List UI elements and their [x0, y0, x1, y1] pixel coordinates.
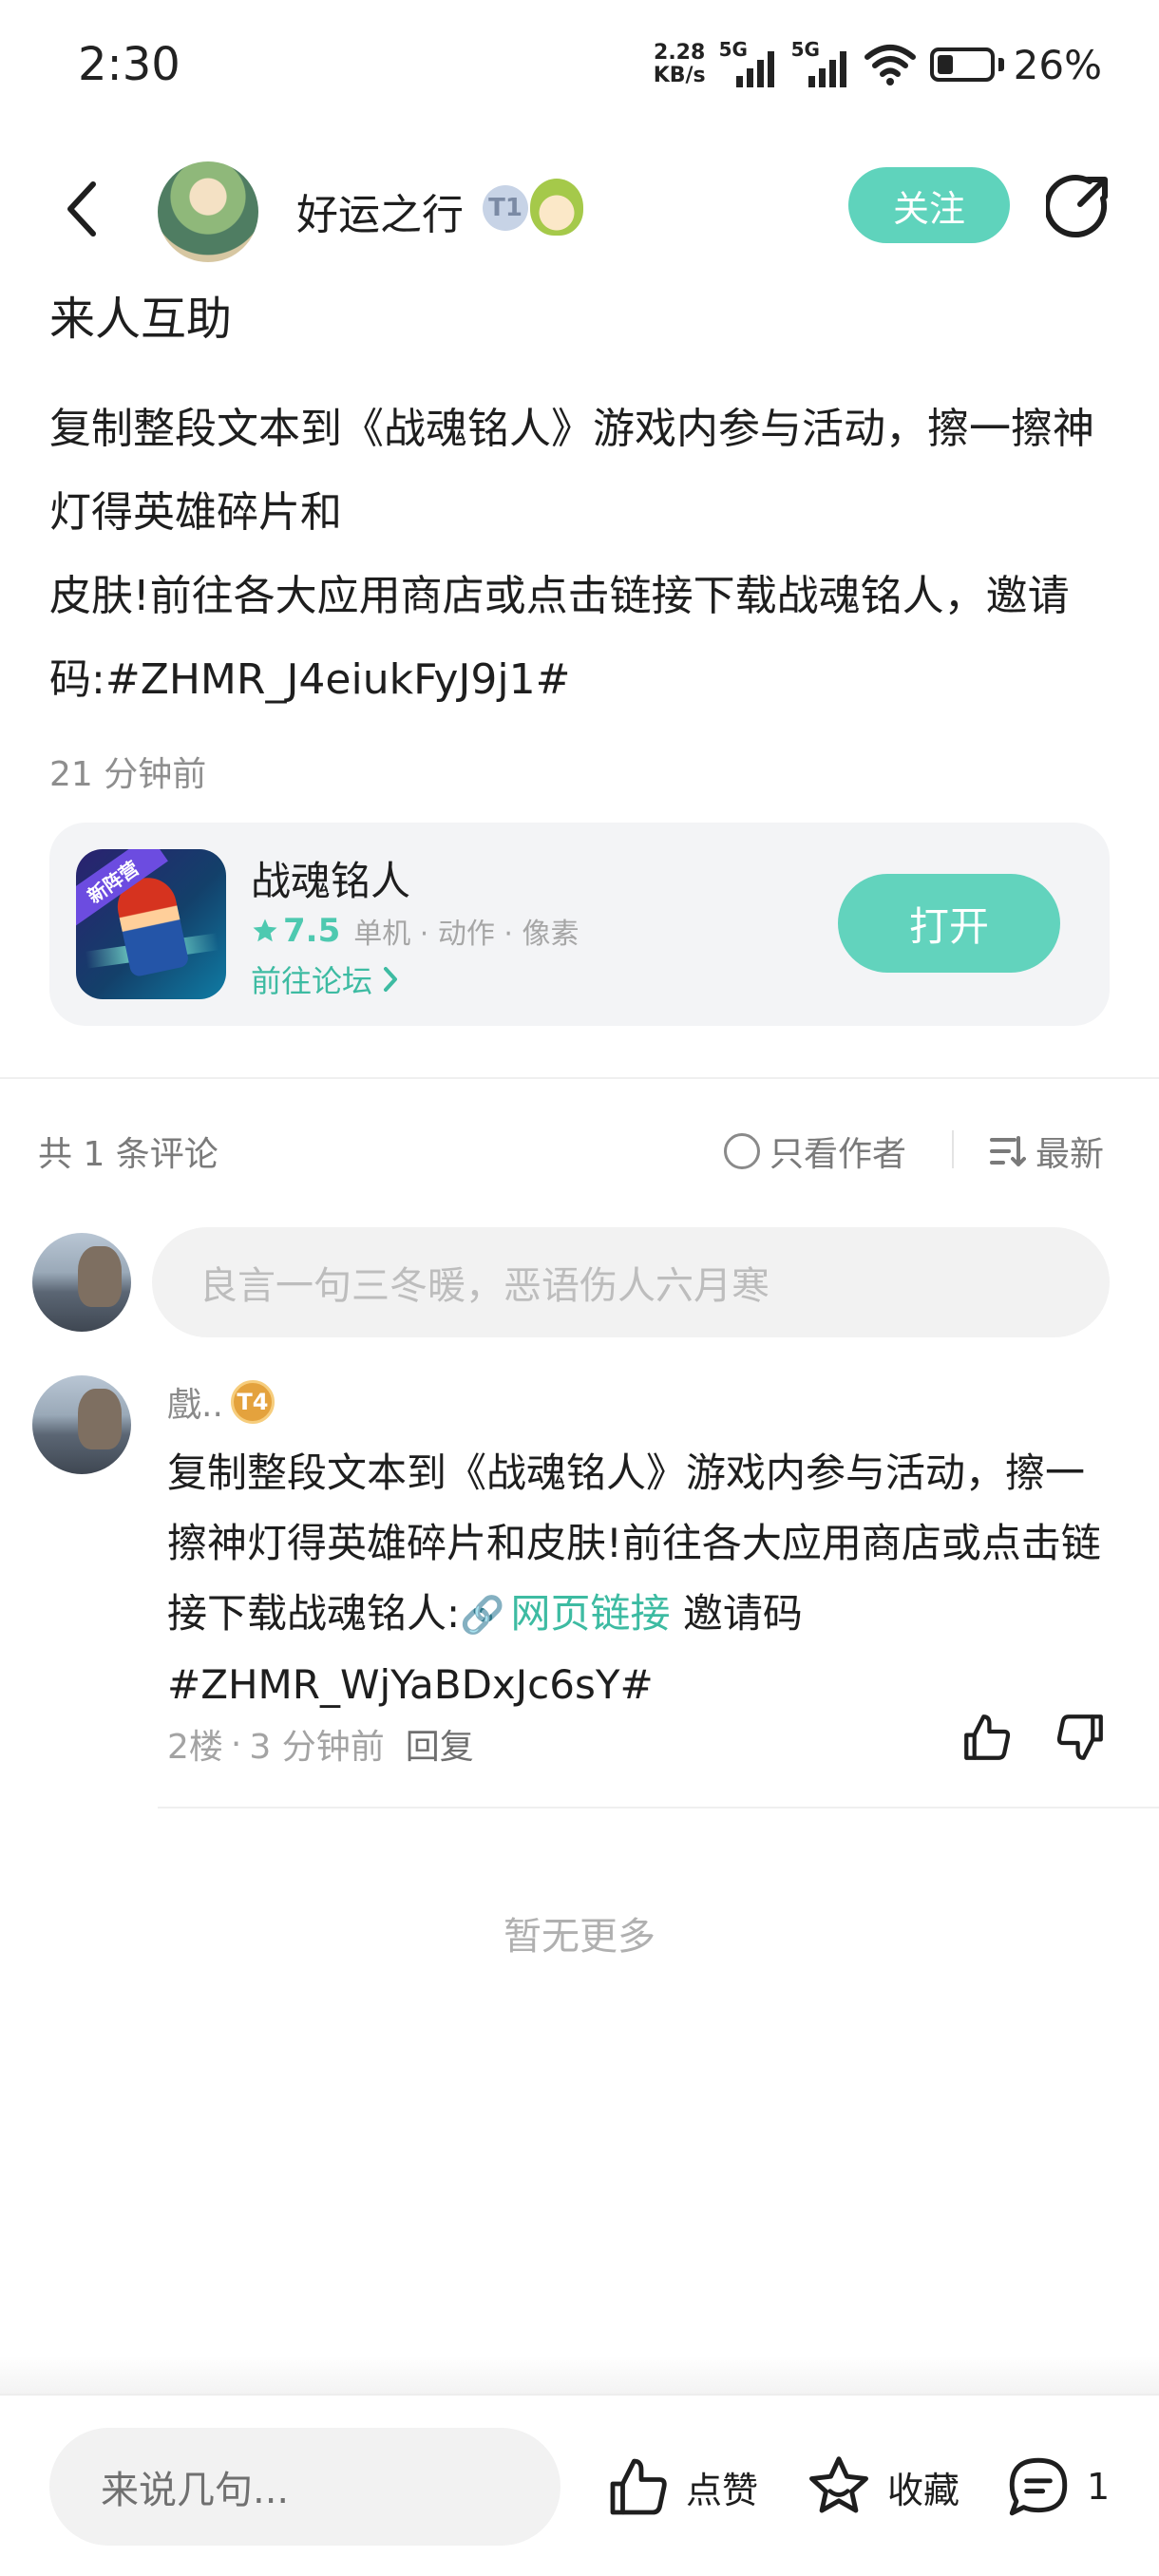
comment-bubble-icon: [1009, 2457, 1068, 2516]
comment-button[interactable]: 1: [1003, 2447, 1110, 2527]
level-badge: T1: [483, 185, 528, 231]
follow-button[interactable]: 关注: [848, 167, 1010, 243]
open-game-button[interactable]: 打开: [838, 874, 1060, 973]
comment-like-button[interactable]: [960, 1710, 1015, 1765]
share-button[interactable]: [1043, 171, 1113, 241]
game-icon[interactable]: 新阵营: [76, 849, 226, 999]
post-time: 21 分钟前: [49, 755, 207, 794]
star-icon: [253, 919, 277, 942]
comment-dislike-button[interactable]: [1053, 1710, 1108, 1765]
game-rating: 7.5: [251, 912, 340, 950]
status-icons: 2.28 KB/s 5G 5G 26%: [654, 36, 1102, 93]
signal-sim1-icon: 5G: [719, 38, 778, 89]
share-icon: [1046, 175, 1108, 237]
post-title: 来人互助: [49, 293, 233, 346]
chevron-right-icon: [384, 967, 398, 992]
comment-web-link[interactable]: 🔗 网页链接: [460, 1590, 670, 1637]
post-header: 好运之行 T1 关注: [0, 152, 1159, 266]
bottom-action-bar: 来说几句... 点赞 收藏 1: [0, 2394, 1159, 2576]
comment-avatar[interactable]: [32, 1375, 131, 1474]
comment-text: 复制整段文本到《战魂铭人》游戏内参与活动，擦一擦神灯得英雄碎片和皮肤!前往各大应…: [167, 1438, 1112, 1720]
wifi-icon: [864, 45, 916, 85]
bottom-fade: [0, 2356, 1159, 2394]
status-bar: 2:30 2.28 KB/s 5G 5G 26%: [0, 0, 1159, 133]
game-card[interactable]: 新阵营 战魂铭人 7.5 单机 · 动作 · 像素 前往论坛 打开: [49, 823, 1110, 1026]
author-avatar[interactable]: [158, 161, 258, 262]
only-author-label: 只看作者: [770, 1135, 907, 1174]
my-avatar: [32, 1233, 131, 1332]
comment-divider: [158, 1807, 1159, 1809]
game-tags: 单机 · 动作 · 像素: [353, 918, 580, 951]
battery-icon: 26%: [929, 41, 1102, 88]
sort-lines-icon: [990, 1136, 1026, 1166]
header-separator: [952, 1130, 954, 1168]
back-arrow-icon: [67, 181, 96, 237]
network-speed: 2.28 KB/s: [654, 42, 706, 87]
comment-meta-dot: ·: [230, 1724, 242, 1764]
game-meta: 7.5 单机 · 动作 · 像素: [251, 910, 579, 952]
comment-user[interactable]: 戲.. T4: [167, 1377, 275, 1427]
comment-count-label: 1: [1087, 2466, 1111, 2508]
comment-input[interactable]: 良言一句三冬暖，恶语伤人六月寒: [152, 1227, 1110, 1337]
link-chain-icon: 🔗: [460, 1594, 505, 1636]
signal-sim2-icon: 5G: [791, 38, 850, 89]
back-button[interactable]: [48, 175, 116, 243]
sort-latest-button[interactable]: 最新: [988, 1127, 1104, 1176]
star-outline-icon: [809, 2456, 868, 2513]
avatar-frame-badge: [530, 179, 583, 236]
game-rating-value: 7.5: [283, 912, 341, 950]
comment-floor: 2楼: [167, 1728, 223, 1767]
like-label: 点赞: [686, 2469, 759, 2511]
comment-time: 3 分钟前: [249, 1728, 385, 1767]
section-divider: [0, 1077, 1159, 1079]
like-button[interactable]: 点赞: [604, 2447, 758, 2527]
network-speed-value: 2.28: [654, 41, 706, 65]
favorite-label: 收藏: [887, 2469, 960, 2511]
comment-level-badge: T4: [230, 1380, 275, 1424]
favorite-button[interactable]: 收藏: [804, 2447, 960, 2527]
comment-meta: 2楼 · 3 分钟前 回复: [167, 1719, 474, 1769]
game-forum-link[interactable]: 前往论坛: [251, 957, 399, 1001]
comment-count: 共 1 条评论: [38, 1135, 218, 1174]
battery-percent: 26%: [1013, 41, 1102, 88]
thumb-up-icon: [964, 1714, 1011, 1760]
network-speed-unit: KB/s: [653, 64, 706, 87]
thumb-up-icon: [610, 2458, 667, 2515]
game-name[interactable]: 战魂铭人: [251, 849, 410, 907]
sort-latest-label: 最新: [1036, 1135, 1105, 1174]
circle-radio-icon: [724, 1133, 760, 1169]
say-something-input[interactable]: 来说几句...: [49, 2428, 560, 2546]
comment-web-link-label: 网页链接: [510, 1590, 671, 1637]
no-more-label: 暂无更多: [504, 1915, 656, 1959]
author-name[interactable]: 好运之行: [296, 180, 464, 241]
only-author-toggle[interactable]: 只看作者: [724, 1127, 906, 1176]
reply-button[interactable]: 回复: [406, 1719, 474, 1769]
comment-username: 戲..: [167, 1386, 223, 1425]
post-body: 复制整段文本到《战魂铭人》游戏内参与活动，擦一擦神灯得英雄碎片和 皮肤!前往各大…: [49, 405, 1094, 704]
thumb-down-icon: [1056, 1714, 1103, 1760]
game-forum-label: 前往论坛: [251, 963, 373, 999]
status-time: 2:30: [78, 38, 180, 91]
